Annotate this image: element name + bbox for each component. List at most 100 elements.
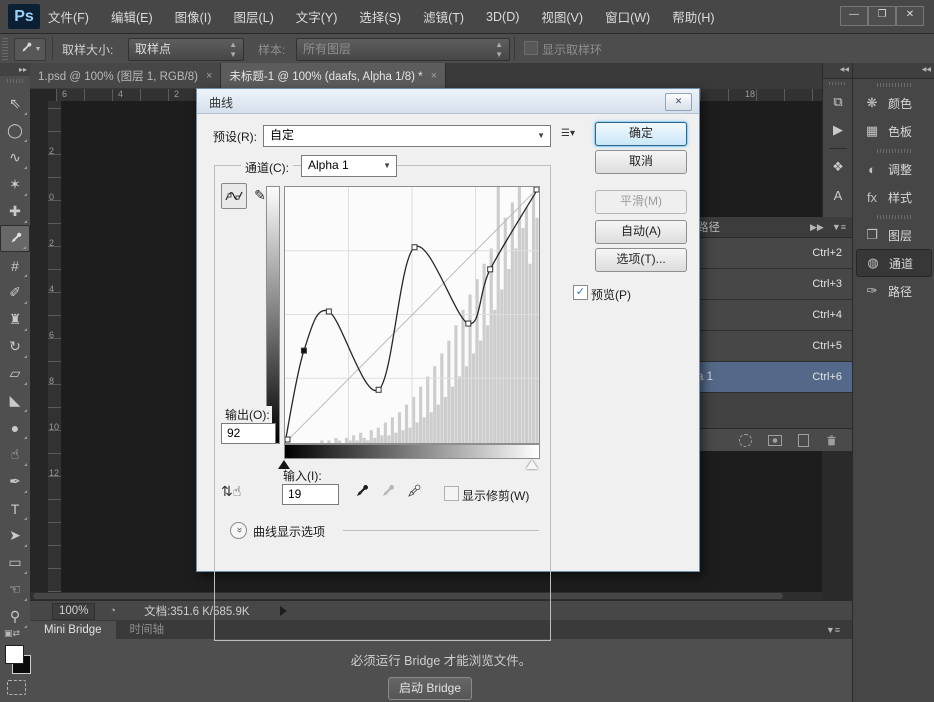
menu-item[interactable]: 文件(F) xyxy=(48,7,89,26)
save-mask-icon[interactable] xyxy=(768,435,782,446)
marquee-tool[interactable]: ◯ xyxy=(0,117,30,144)
healing-brush-tool[interactable]: ✚ xyxy=(0,198,30,225)
menu-item[interactable]: 帮助(H) xyxy=(672,7,714,26)
tab-mini-bridge[interactable]: Mini Bridge xyxy=(30,621,116,639)
collapse-dock-button[interactable]: ◀◀ xyxy=(853,63,934,79)
active-tool-chip[interactable]: ▼ xyxy=(14,38,46,61)
channel-select[interactable]: Alpha 1▼ xyxy=(301,155,397,177)
launch-bridge-button[interactable]: 启动 Bridge xyxy=(388,677,472,700)
pen-tool[interactable]: ✒ xyxy=(0,468,30,495)
dock-item-样式[interactable]: fx样式 xyxy=(853,183,934,211)
play-icon[interactable]: ▶ xyxy=(823,116,853,144)
input-input[interactable]: 19 xyxy=(282,484,339,505)
eraser-tool[interactable]: ▱ xyxy=(0,360,30,387)
panel-menu-icon[interactable]: ▼≡ xyxy=(832,222,846,233)
tool-flyout-corner xyxy=(24,463,27,466)
dock-item-路径[interactable]: ✑路径 xyxy=(853,277,934,305)
menu-item[interactable]: 图层(L) xyxy=(233,7,273,26)
brush-tool[interactable]: ✐ xyxy=(0,279,30,306)
output-input[interactable]: 92 xyxy=(221,423,276,444)
foreground-color-swatch[interactable] xyxy=(5,645,24,664)
toolbar-expand-button[interactable]: ▸▸ xyxy=(0,63,30,76)
delete-channel-icon[interactable] xyxy=(825,434,838,447)
options-button[interactable]: 选项(T)... xyxy=(595,248,687,272)
curves-dialog: 曲线 ✕ 预设(R): 自定▼ ☰▾ 确定 取消 平滑(M) 自动(A) 选项(… xyxy=(196,88,700,572)
menu-item[interactable]: 3D(D) xyxy=(486,10,519,24)
menu-item[interactable]: 图像(I) xyxy=(175,7,212,26)
new-channel-icon[interactable] xyxy=(798,434,809,447)
highlight-input-slider[interactable] xyxy=(526,460,538,469)
history-brush-tool[interactable]: ↻ xyxy=(0,333,30,360)
crop-tool[interactable]: # xyxy=(0,252,30,279)
options-grip[interactable] xyxy=(2,38,8,60)
close-tab-icon[interactable]: × xyxy=(206,70,212,82)
menu-item[interactable]: 编辑(E) xyxy=(111,7,153,26)
curve-display-options-expander-icon[interactable]: » xyxy=(230,522,247,539)
clone-source-icon[interactable]: ⧉ xyxy=(823,88,853,116)
close-tab-icon[interactable]: × xyxy=(431,70,437,82)
tool-flyout-corner xyxy=(24,490,27,493)
gray-point-eyedropper-icon xyxy=(379,483,397,501)
shape-tool[interactable]: ▭ xyxy=(0,549,30,576)
preset-options-icon[interactable]: ☰▾ xyxy=(561,128,575,139)
document-tab-2[interactable]: 未标题-1 @ 100% (daafs, Alpha 1/8) *× xyxy=(221,63,446,88)
ok-button[interactable]: 确定 xyxy=(595,122,687,146)
ruler-number: 18 xyxy=(745,89,755,99)
menu-item[interactable]: 滤镜(T) xyxy=(423,7,464,26)
tool-flyout-corner xyxy=(24,598,27,601)
minimize-button[interactable]: — xyxy=(840,6,868,26)
curve-grid[interactable] xyxy=(284,186,540,444)
maximize-button[interactable]: ❐ xyxy=(868,6,896,26)
dialog-titlebar[interactable]: 曲线 xyxy=(197,89,699,114)
blur-tool[interactable]: ● xyxy=(0,414,30,441)
3d-icon[interactable]: ❖ xyxy=(823,153,853,181)
quick-mask-icon[interactable] xyxy=(7,680,26,695)
close-button[interactable]: ✕ xyxy=(896,6,924,26)
eyedropper-tool[interactable] xyxy=(0,225,30,252)
load-selection-icon[interactable] xyxy=(739,434,752,447)
dock-item-调整[interactable]: ◐调整 xyxy=(853,155,934,183)
type-tool[interactable]: T xyxy=(0,495,30,522)
magic-wand-tool[interactable]: ✶ xyxy=(0,171,30,198)
smudge-tool[interactable]: ☝ xyxy=(0,441,30,468)
sample-select[interactable]: 所有图层▲▼ xyxy=(296,38,510,61)
lasso-tool[interactable]: ∿ xyxy=(0,144,30,171)
clone-stamp-tool[interactable]: ♜ xyxy=(0,306,30,333)
path-select-tool[interactable]: ➤ xyxy=(0,522,30,549)
cancel-button[interactable]: 取消 xyxy=(595,150,687,174)
sample-size-select[interactable]: 取样点▲▼ xyxy=(128,38,244,61)
panel-collapse-icon[interactable]: ▶▶ xyxy=(810,222,824,233)
tab-timeline[interactable]: 时间轴 xyxy=(116,621,179,639)
document-tab-1[interactable]: 1.psd @ 100% (图层 1, RGB/8)× xyxy=(30,63,221,88)
curve-mode-icon xyxy=(225,189,243,203)
default-swatches-icon[interactable]: ▣⇄ xyxy=(4,628,20,639)
tool-flyout-corner xyxy=(24,625,27,628)
menu-item[interactable]: 窗口(W) xyxy=(605,7,650,26)
menu-item[interactable]: 文字(Y) xyxy=(296,7,338,26)
white-point-eyedropper-icon[interactable] xyxy=(405,483,423,501)
preset-select[interactable]: 自定▼ xyxy=(263,125,551,147)
auto-button[interactable]: 自动(A) xyxy=(595,220,687,244)
black-point-eyedropper-icon[interactable] xyxy=(353,483,371,501)
input-label: 输入(I): xyxy=(283,467,322,484)
toolbar-grip[interactable] xyxy=(7,79,23,83)
preview-checkbox[interactable]: ✓ xyxy=(573,285,588,300)
hand-tool[interactable]: ☜ xyxy=(0,576,30,603)
dock-item-色板[interactable]: ▦色板 xyxy=(853,117,934,145)
paint-bucket-tool[interactable]: ◣ xyxy=(0,387,30,414)
zoom-tool[interactable]: ⚲ xyxy=(0,603,30,630)
dock-item-颜色[interactable]: ❋颜色 xyxy=(853,89,934,117)
show-ring-checkbox[interactable] xyxy=(524,41,538,55)
move-tool[interactable]: ⇖ xyxy=(0,90,30,117)
menu-item[interactable]: 视图(V) xyxy=(541,7,583,26)
edit-points-mode-button[interactable] xyxy=(221,183,247,209)
panel-menu-icon[interactable]: ▼≡ xyxy=(826,621,852,639)
zoom-level-field[interactable]: 100% xyxy=(52,603,95,620)
on-image-adjustment-icon[interactable]: ⇅☝ xyxy=(221,483,245,505)
menu-item[interactable]: 选择(S) xyxy=(359,7,401,26)
collapse-strip-button[interactable]: ◀◀ xyxy=(823,63,853,79)
dock-item-图层[interactable]: ❐图层 xyxy=(853,221,934,249)
dialog-close-button[interactable]: ✕ xyxy=(665,93,692,111)
dock-item-通道[interactable]: ◍通道 xyxy=(856,249,932,277)
character-panel-icon[interactable]: A xyxy=(823,181,853,209)
